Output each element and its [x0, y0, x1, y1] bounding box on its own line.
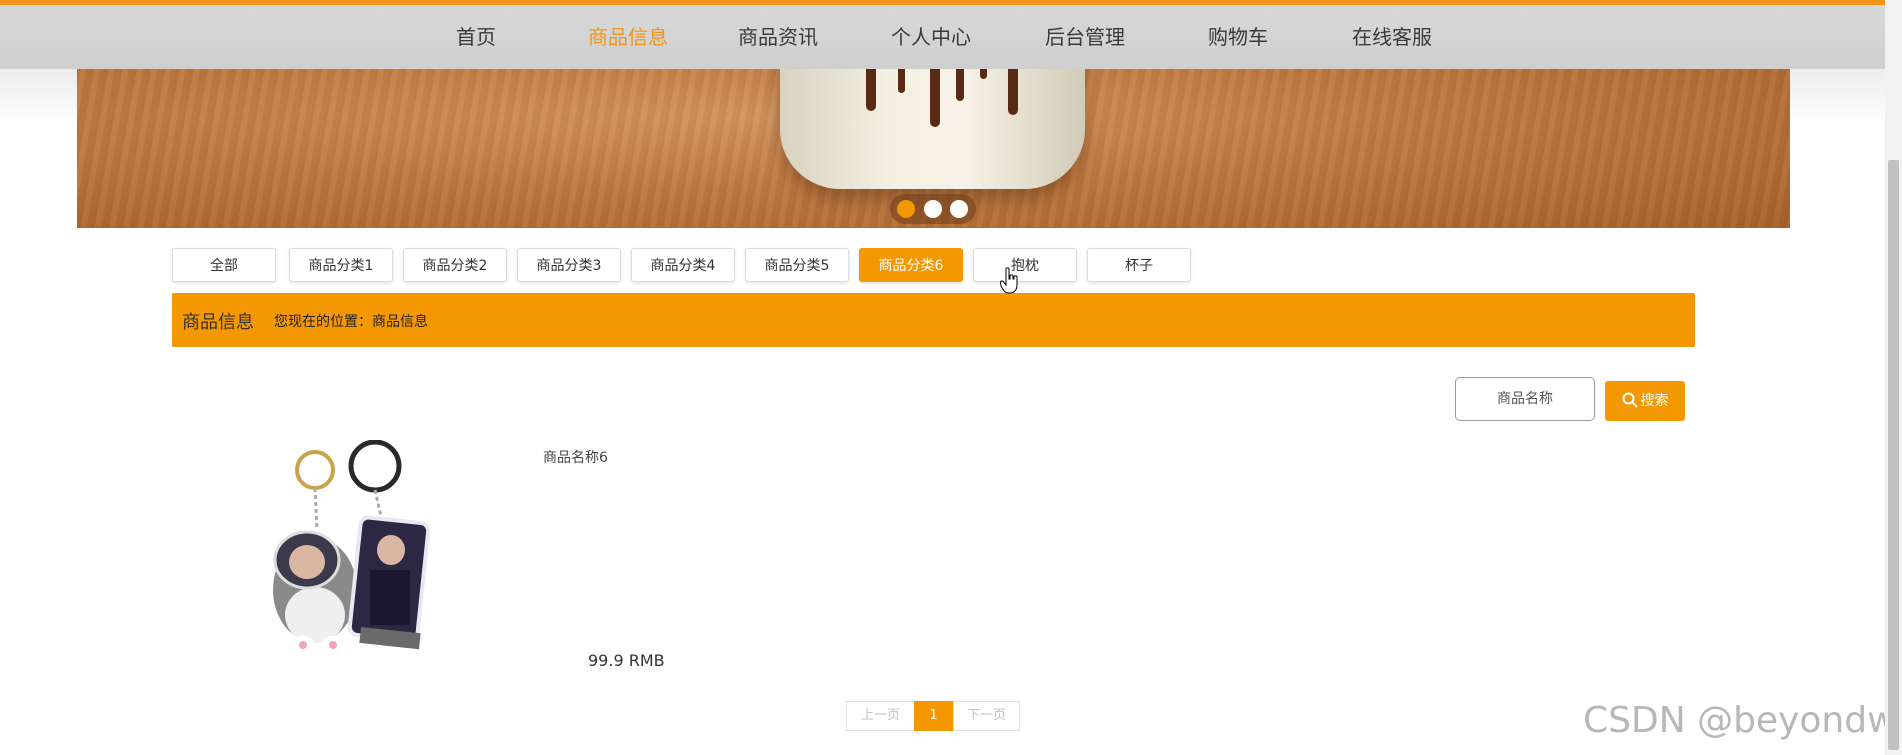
- breadcrumb-bar: 商品信息 您现在的位置：商品信息: [172, 293, 1695, 347]
- carousel-dot-1[interactable]: [897, 200, 915, 218]
- banner-cup-image: [780, 69, 1085, 189]
- search-input[interactable]: [1455, 377, 1595, 421]
- scrollbar-thumb[interactable]: [1888, 160, 1899, 750]
- search-icon: [1622, 392, 1638, 408]
- category-5[interactable]: 商品分类5: [745, 248, 849, 282]
- carousel-dot-2[interactable]: [924, 200, 942, 218]
- top-navbar: 首页 商品信息 商品资讯 个人中心 后台管理 购物车 在线客服: [0, 5, 1902, 69]
- pagination-current-page[interactable]: 1: [914, 701, 953, 731]
- category-cup[interactable]: 杯子: [1087, 248, 1191, 282]
- watermark: CSDN @beyondwild: [1583, 700, 1902, 741]
- nav-item-products[interactable]: 商品信息: [588, 21, 668, 50]
- pagination-next[interactable]: 下一页: [953, 701, 1020, 731]
- nav-item-home[interactable]: 首页: [456, 21, 496, 50]
- category-all[interactable]: 全部: [172, 248, 276, 282]
- section-title: 商品信息: [182, 312, 254, 333]
- nav-item-support[interactable]: 在线客服: [1352, 21, 1432, 50]
- scrollbar[interactable]: [1885, 0, 1902, 755]
- category-2[interactable]: 商品分类2: [403, 248, 507, 282]
- product-price: 99.9 RMB: [588, 651, 665, 670]
- product-image[interactable]: [255, 440, 470, 670]
- category-3[interactable]: 商品分类3: [517, 248, 621, 282]
- top-accent-line: [0, 0, 1902, 5]
- category-4[interactable]: 商品分类4: [631, 248, 735, 282]
- nav-item-cart[interactable]: 购物车: [1208, 21, 1268, 50]
- carousel-dot-3[interactable]: [950, 200, 968, 218]
- hand-cursor-icon: [1000, 267, 1018, 294]
- search-button[interactable]: 搜索: [1605, 381, 1685, 421]
- breadcrumb: 您现在的位置：商品信息: [274, 314, 428, 330]
- carousel-indicators: [890, 194, 976, 224]
- pagination-prev[interactable]: 上一页: [846, 701, 915, 731]
- category-pillow[interactable]: 抱枕: [973, 248, 1077, 282]
- category-6[interactable]: 商品分类6: [859, 248, 963, 282]
- category-1[interactable]: 商品分类1: [289, 248, 393, 282]
- nav-item-news[interactable]: 商品资讯: [738, 21, 818, 50]
- nav-item-admin[interactable]: 后台管理: [1045, 21, 1125, 50]
- product-name[interactable]: 商品名称6: [543, 447, 608, 467]
- nav-item-profile[interactable]: 个人中心: [891, 21, 971, 50]
- search-button-label: 搜索: [1640, 393, 1669, 409]
